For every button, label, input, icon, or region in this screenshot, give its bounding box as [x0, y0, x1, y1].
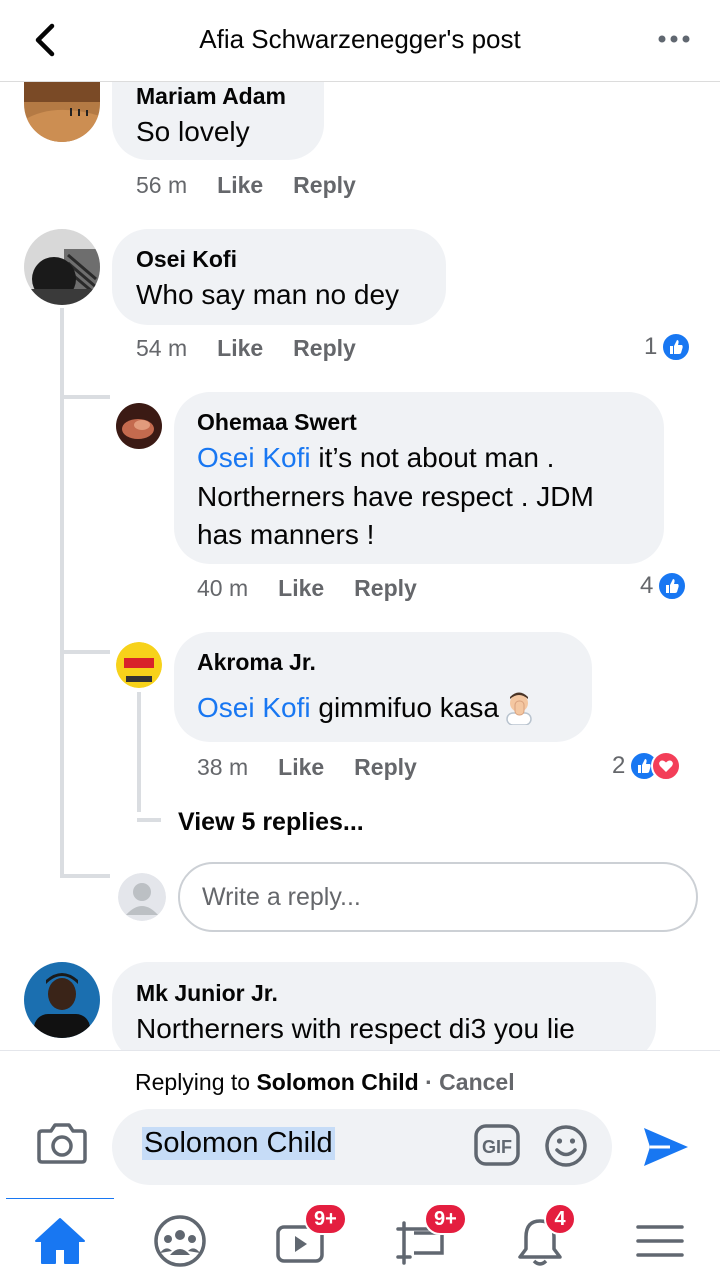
- watch-badge: 9+: [304, 1203, 347, 1235]
- reaction-summary[interactable]: 4: [640, 571, 688, 601]
- comment-text: Osei Kofi it’s not about man .: [197, 442, 555, 473]
- reply-button[interactable]: Reply: [354, 575, 417, 601]
- feeds-badge: 9+: [424, 1203, 467, 1235]
- view-replies-link[interactable]: View 5 replies...: [178, 808, 364, 837]
- reaction-count: 4: [640, 572, 654, 599]
- mention-link[interactable]: Osei Kofi: [197, 442, 311, 473]
- comment-composer: Replying to Solomon Child · Cancel Solom…: [0, 1050, 720, 1198]
- comment-text: has manners !: [197, 519, 375, 550]
- bottom-nav: 9+ 9+ 4: [0, 1195, 720, 1280]
- thread-line: [60, 650, 110, 654]
- like-icon: [661, 332, 692, 362]
- avatar[interactable]: [116, 403, 162, 449]
- comment-meta: 40 m Like Reply: [197, 575, 417, 602]
- top-bar: Afia Schwarzenegger's post: [0, 0, 720, 82]
- comment-author[interactable]: Osei Kofi: [136, 246, 237, 273]
- thread-line: [137, 692, 141, 812]
- comment-author[interactable]: Akroma Jr.: [197, 649, 316, 676]
- home-icon[interactable]: [30, 1213, 90, 1269]
- more-icon[interactable]: [656, 24, 692, 54]
- like-button[interactable]: Like: [217, 172, 263, 198]
- like-icon: [657, 571, 688, 601]
- comment-meta: 54 m Like Reply: [136, 335, 356, 362]
- comment-text: Who say man no dey: [136, 279, 400, 310]
- facepalm-emoji-icon: [501, 689, 537, 726]
- comment-input-value: Solomon Child: [142, 1127, 335, 1160]
- avatar[interactable]: [24, 229, 100, 305]
- reaction-summary[interactable]: 1: [644, 332, 692, 362]
- reaction-count: 1: [644, 333, 658, 360]
- comment-time: 38 m: [197, 754, 249, 780]
- comment-meta: 56 m Like Reply: [136, 172, 356, 199]
- reply-input[interactable]: Write a reply...: [178, 862, 698, 932]
- reaction-summary[interactable]: 2: [612, 751, 682, 781]
- thread-line: [60, 874, 110, 878]
- replying-to-name: Solomon Child: [256, 1069, 419, 1095]
- comment-time: 54 m: [136, 335, 188, 361]
- comment-text: Northerners with respect di3 you lie: [136, 1013, 575, 1044]
- avatar[interactable]: [24, 72, 100, 142]
- comment-text: Osei Kofi gimmifuo kasa: [197, 689, 537, 727]
- comment-text: So lovely: [136, 116, 250, 147]
- like-button[interactable]: Like: [217, 335, 263, 361]
- svg-text:GIF: GIF: [482, 1137, 512, 1157]
- comment-text: Northerners have respect . JDM: [197, 481, 594, 512]
- reply-button[interactable]: Reply: [293, 172, 356, 198]
- comment-time: 40 m: [197, 575, 249, 601]
- comment-author[interactable]: Mk Junior Jr.: [136, 980, 278, 1007]
- love-icon: [651, 751, 682, 781]
- thread-line: [60, 395, 110, 399]
- reaction-count: 2: [612, 752, 626, 779]
- notifications-badge: 4: [544, 1203, 576, 1235]
- gif-icon[interactable]: GIF: [474, 1124, 520, 1166]
- comment-author[interactable]: Ohemaa Swert: [197, 409, 357, 436]
- comment-author[interactable]: Mariam Adam: [136, 83, 286, 110]
- camera-icon[interactable]: [36, 1121, 88, 1165]
- thread-line: [137, 818, 161, 822]
- emoji-icon[interactable]: [544, 1124, 588, 1168]
- replying-to-bar: Replying to Solomon Child · Cancel: [135, 1069, 515, 1095]
- comment-time: 56 m: [136, 172, 188, 198]
- reply-button[interactable]: Reply: [354, 754, 417, 780]
- user-avatar: [118, 873, 166, 921]
- avatar[interactable]: [116, 642, 162, 688]
- comment-input[interactable]: Solomon Child: [112, 1109, 612, 1185]
- avatar[interactable]: [24, 962, 100, 1038]
- mention-link[interactable]: Osei Kofi: [197, 692, 311, 723]
- cancel-reply-button[interactable]: · Cancel: [419, 1069, 515, 1095]
- like-button[interactable]: Like: [278, 754, 324, 780]
- reply-button[interactable]: Reply: [293, 335, 356, 361]
- send-icon[interactable]: [640, 1124, 690, 1170]
- comment-meta: 38 m Like Reply: [197, 754, 417, 781]
- like-button[interactable]: Like: [278, 575, 324, 601]
- groups-icon[interactable]: [150, 1213, 210, 1269]
- page-title: Afia Schwarzenegger's post: [199, 24, 521, 54]
- thread-line: [60, 308, 64, 878]
- menu-icon[interactable]: [630, 1213, 690, 1269]
